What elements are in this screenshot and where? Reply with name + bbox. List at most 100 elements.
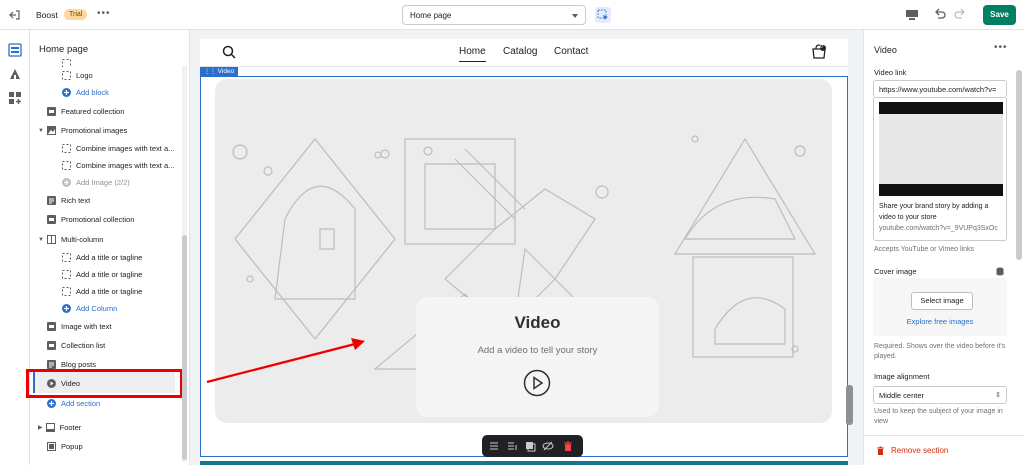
apps-icon[interactable] (7, 90, 23, 106)
block-icon (62, 270, 71, 279)
exit-icon[interactable] (9, 9, 21, 21)
sidebar-item-featured-collection[interactable]: Featured collection (47, 103, 124, 120)
app-name: Boost (36, 10, 58, 20)
sidebar-item-label: Add Column (76, 304, 118, 313)
block-icon (62, 71, 71, 80)
sidebar-item-block[interactable]: Combine images with text a... (62, 157, 174, 174)
cart-icon[interactable] (811, 44, 827, 60)
sidebar-item-block[interactable]: Add a title or tagline (62, 266, 142, 283)
nav-link-contact[interactable]: Contact (554, 46, 588, 57)
annotation-arrow (206, 338, 365, 384)
sidebar-title: Home page (39, 44, 89, 55)
page-select[interactable]: Home page (402, 5, 586, 25)
caret-right-icon[interactable]: ▶ (38, 424, 43, 431)
sidebar-item-block[interactable]: Add a title or tagline (62, 283, 142, 300)
sidebar-scrollbar-thumb[interactable] (182, 235, 187, 460)
store-nav: Home Catalog Contact 0 (200, 39, 848, 67)
caret-down-icon[interactable]: ▼ (38, 128, 44, 134)
database-icon[interactable] (996, 267, 1004, 276)
icon-rail (0, 30, 30, 465)
nav-link-home[interactable]: Home (459, 46, 486, 62)
sidebar-item-label: Rich text (61, 196, 91, 205)
move-up-icon[interactable] (488, 440, 500, 452)
sidebar-item-logo[interactable]: Logo (62, 67, 93, 84)
search-icon[interactable] (222, 45, 236, 59)
image-alignment-select[interactable]: Middle center ⇕ (873, 386, 1007, 404)
caret-down-icon[interactable]: ▼ (38, 237, 44, 243)
video-section-tag-label: Video (217, 68, 235, 75)
sidebar-item-collection-list[interactable]: Collection list (47, 337, 105, 354)
section-icon (47, 107, 56, 116)
preview-scrollbar-thumb[interactable] (846, 385, 853, 425)
top-bar: Boost Trial ••• Home page Save (0, 0, 1024, 30)
preview-area: Home Catalog Contact 0 ⋮⋮ Video Video Ad… (190, 30, 863, 465)
footer-icon (45, 423, 55, 432)
add-image-button[interactable]: Add Image (2/2) (62, 174, 130, 191)
theme-settings-icon[interactable] (7, 66, 23, 82)
image-alignment-label: Image alignment (874, 372, 930, 381)
explore-images-link[interactable]: Explore free images (873, 317, 1007, 326)
sidebar-item-promotional-collection[interactable]: Promotional collection (47, 211, 134, 228)
video-thumbnail-image (879, 114, 1003, 184)
trial-badge: Trial (64, 9, 88, 20)
redo-icon[interactable] (953, 8, 967, 22)
sidebar-item-label: Blog posts (61, 360, 97, 369)
sidebar-item-label: Combine images with text a... (76, 144, 175, 153)
sidebar-item-label: Promotional collection (61, 215, 135, 224)
block-icon (62, 161, 71, 170)
more-actions-button[interactable]: ••• (97, 8, 111, 19)
add-block-button[interactable]: Add block (62, 84, 109, 101)
nav-link-catalog[interactable]: Catalog (503, 46, 537, 57)
popup-icon (47, 442, 56, 451)
duplicate-icon[interactable] (524, 440, 536, 452)
block-icon (62, 287, 71, 296)
sections-icon[interactable] (7, 42, 23, 58)
section-icon (47, 215, 56, 224)
add-section-button[interactable]: Add section (47, 395, 100, 412)
add-column-button[interactable]: Add Column (62, 300, 117, 317)
plus-circle-icon (47, 399, 56, 408)
desktop-icon[interactable] (905, 9, 919, 21)
undo-icon[interactable] (933, 8, 947, 22)
image-icon (46, 126, 56, 135)
sidebar-item-block[interactable]: Add a title or tagline (62, 249, 142, 266)
sidebar-item-footer[interactable]: ▶ Footer (38, 419, 81, 436)
delete-icon[interactable] (562, 440, 574, 452)
sidebar-item-label: Add a title or tagline (76, 270, 143, 279)
chevron-down-icon (572, 14, 578, 18)
inspector-icon[interactable] (595, 7, 611, 23)
settings-more-button[interactable]: ••• (994, 42, 1008, 53)
move-down-icon[interactable] (506, 440, 518, 452)
hide-icon[interactable] (542, 440, 554, 452)
video-link-input[interactable]: https://www.youtube.com/watch?v= (873, 80, 1007, 98)
sidebar-item-label: Popup (61, 442, 83, 451)
sidebar-item-label: Add a title or tagline (76, 287, 143, 296)
sidebar-item-popup[interactable]: Popup (47, 438, 83, 455)
save-button[interactable]: Save (983, 5, 1016, 25)
sections-sidebar: Home page Logo Add block Featured collec… (26, 30, 190, 465)
sidebar-item-label: Add a title or tagline (76, 253, 143, 262)
video-link-help: Accepts YouTube or Vimeo links (874, 246, 975, 253)
sidebar-item-promotional-images[interactable]: ▼ Promotional images (38, 122, 127, 139)
sidebar-item-block[interactable]: Combine images with text a... (62, 140, 174, 157)
block-icon (62, 253, 71, 262)
settings-scrollbar-thumb[interactable] (1016, 70, 1022, 260)
plus-circle-icon (62, 88, 71, 97)
sidebar-item-image-with-text[interactable]: Image with text (47, 318, 111, 335)
sidebar-item-rich-text[interactable]: Rich text (47, 192, 90, 209)
section-toolbar (482, 435, 583, 457)
video-thumbnail[interactable] (879, 102, 1003, 196)
play-button-icon[interactable] (523, 369, 551, 397)
cover-image-label: Cover image (874, 267, 917, 276)
cover-image-picker: Select image Explore free images (873, 278, 1007, 336)
section-icon (47, 322, 56, 331)
select-image-button[interactable]: Select image (911, 292, 973, 310)
remove-section-button[interactable]: Remove section (876, 446, 948, 455)
plus-circle-icon (62, 304, 71, 313)
settings-title: Video (874, 45, 897, 55)
columns-icon (46, 235, 56, 244)
video-preview-card: Share your brand story by adding a video… (873, 98, 1007, 241)
image-alignment-value: Middle center (879, 391, 925, 400)
sidebar-item-multi-column[interactable]: ▼ Multi-column (38, 231, 103, 248)
video-subtitle: Add a video to tell your story (477, 345, 598, 356)
